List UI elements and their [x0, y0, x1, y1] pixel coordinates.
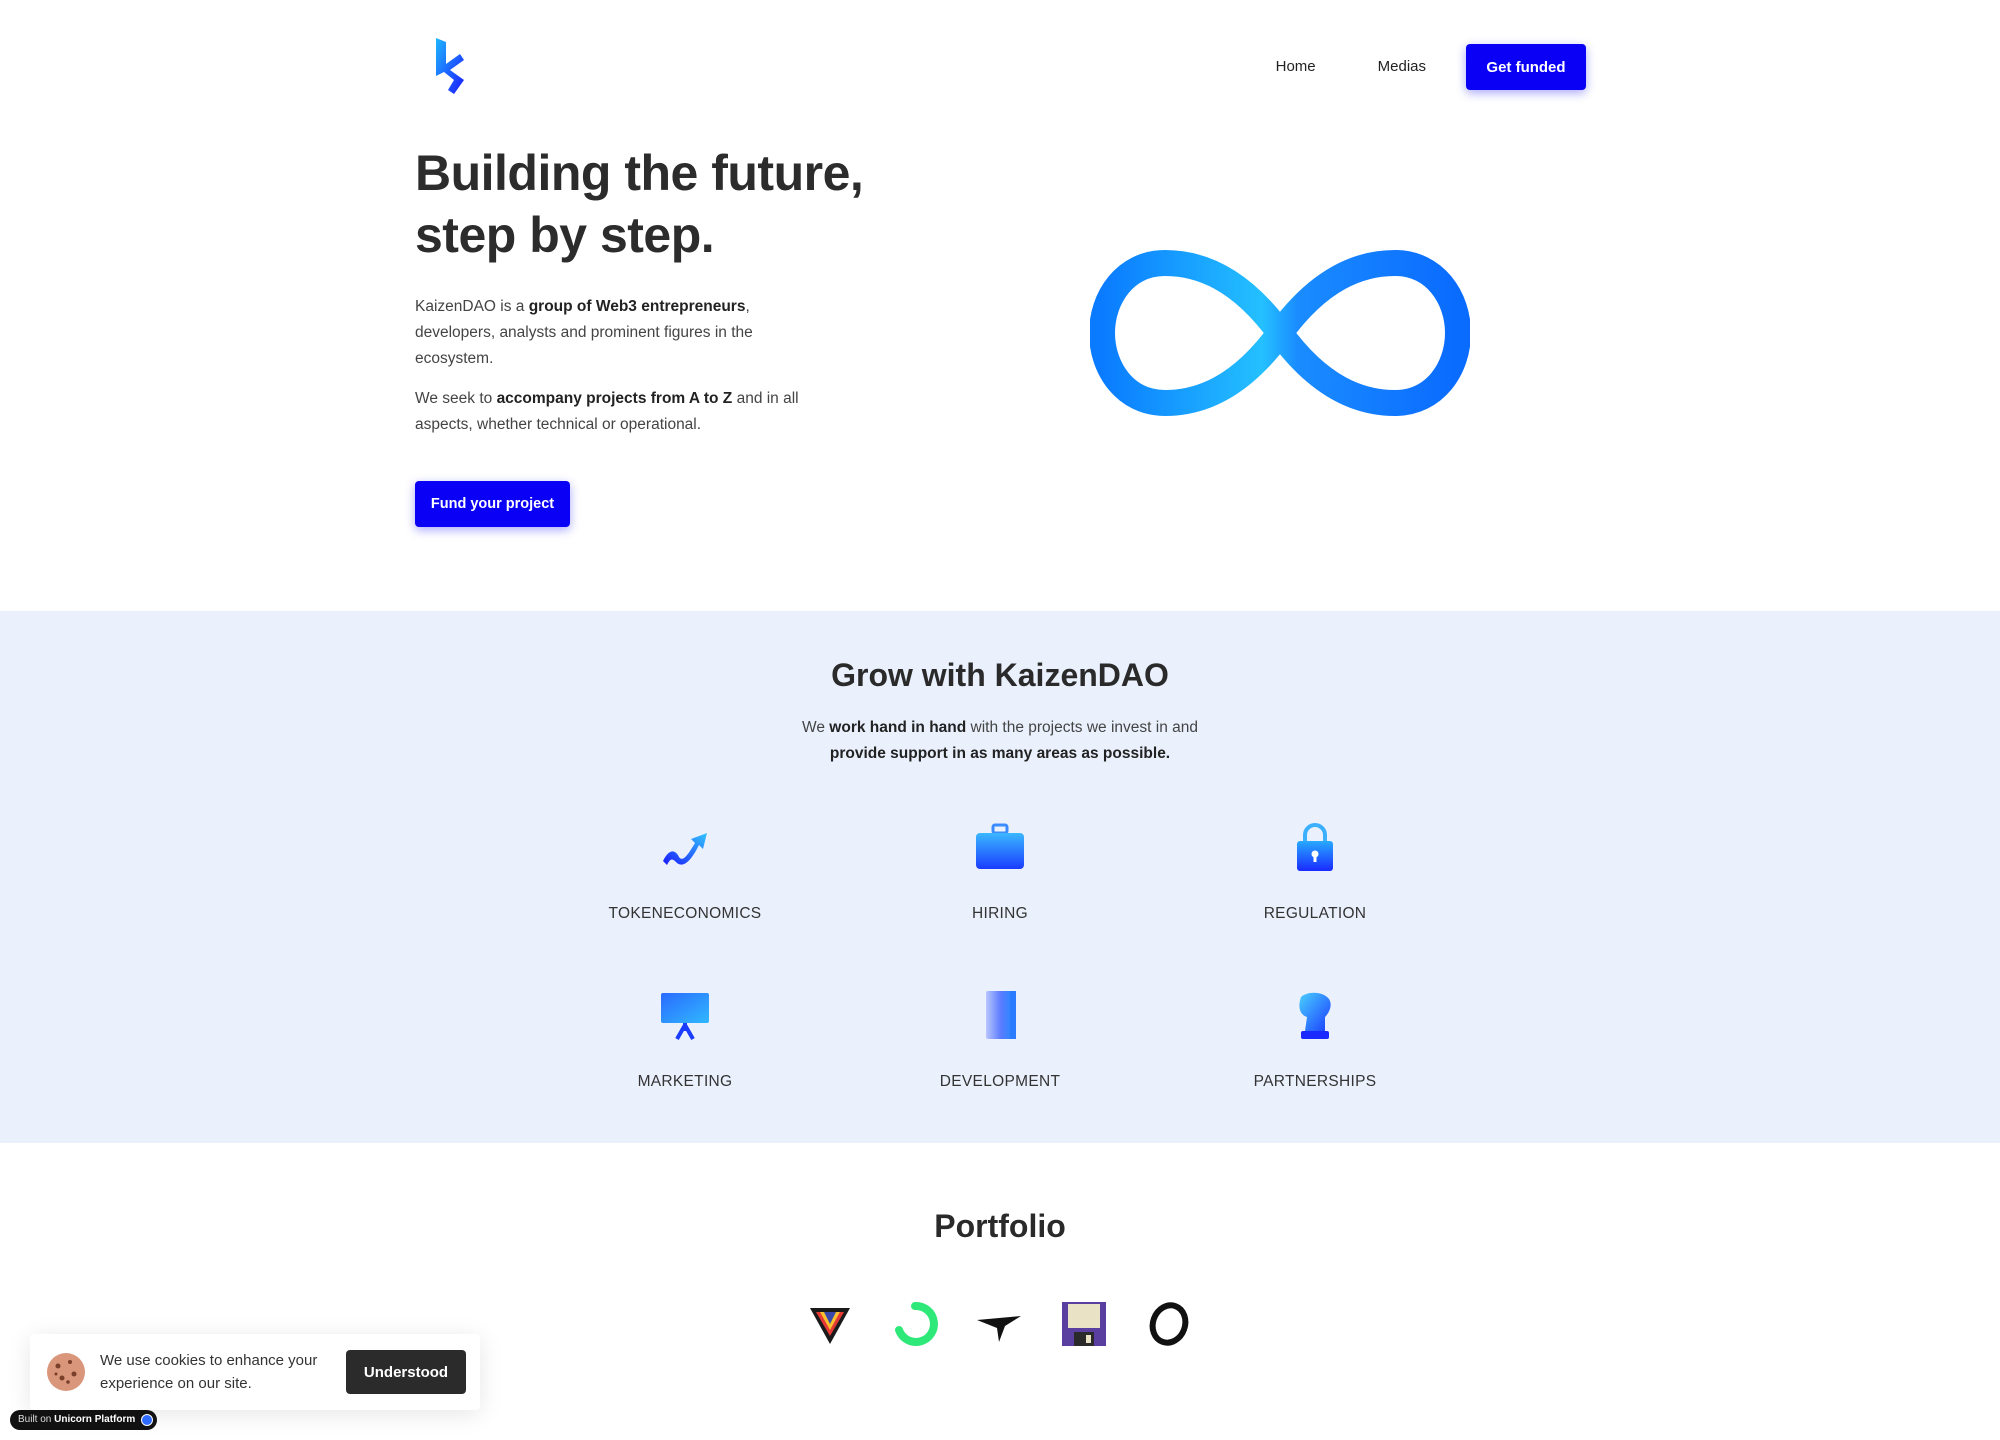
lock-icon [1297, 823, 1333, 871]
portfolio-title: Portfolio [934, 1208, 1066, 1244]
grow-sub-bold-2: provide support in as many areas as poss… [829, 745, 1171, 762]
trend-icon [663, 833, 707, 865]
bird-logo[interactable] [975, 1300, 1023, 1348]
site-header: Home Medias Get funded [0, 0, 2000, 130]
cookie-understood-button[interactable]: Understood [346, 1350, 466, 1394]
grow-sub-bold-1: work hand in hand [829, 719, 967, 736]
grow-sub-a: We [802, 719, 830, 736]
feature-tokeneconomics: TOKENECONOMICS [565, 819, 805, 923]
feature-label: HIRING [971, 905, 1029, 922]
triangle-logo[interactable] [806, 1300, 854, 1348]
grow-sub-c: with the projects we invest in and [966, 719, 1198, 736]
feature-label: DEVELOPMENT [939, 1073, 1061, 1090]
feature-regulation: REGULATION [1195, 819, 1435, 923]
briefcase-icon [976, 823, 1024, 869]
black-ring-logo[interactable] [1145, 1300, 1193, 1348]
feature-label: REGULATION [1263, 905, 1367, 922]
grow-title: Grow with KaizenDAO [831, 657, 1169, 693]
chess-piece-icon [1299, 992, 1331, 1039]
feature-development: DEVELOPMENT [880, 987, 1120, 1091]
unicorn-platform-badge[interactable]: Built on Unicorn Platform [10, 1410, 158, 1430]
kaizendao-logo[interactable] [432, 36, 468, 96]
cookie-icon [47, 1353, 85, 1391]
cookie-banner: We use cookies to enhance your experienc… [30, 1334, 480, 1410]
hero-p2-bold: accompany projects from A to Z [496, 390, 733, 407]
hero-title-line1: Building the future, [415, 145, 864, 201]
hero-p2-text-a: We seek to [415, 390, 497, 407]
hero-p1-bold: group of Web3 entrepreneurs [528, 298, 746, 315]
hero-paragraph-1: KaizenDAO is a group of Web3 entrepreneu… [415, 294, 805, 372]
hero-title-line2: step by step. [415, 207, 715, 263]
badge-brand: Unicorn Platform [54, 1414, 136, 1425]
hero-p1-text-a: KaizenDAO is a [415, 298, 529, 315]
grow-section: Grow with KaizenDAO We work hand in hand… [0, 611, 2000, 1143]
grow-subtitle: We work hand in hand with the projects w… [780, 715, 1220, 767]
feature-hiring: HIRING [880, 819, 1120, 923]
presentation-board-icon [661, 993, 709, 1040]
feature-marketing: MARKETING [565, 987, 805, 1091]
get-funded-button[interactable]: Get funded [1466, 44, 1586, 90]
nav-home-link[interactable]: Home [1276, 44, 1316, 90]
feature-label: TOKENECONOMICS [608, 905, 762, 922]
nav-medias-link[interactable]: Medias [1378, 44, 1426, 90]
hero-title: Building the future, step by step. [415, 142, 935, 266]
unicorn-icon [141, 1414, 154, 1426]
feature-partnerships: PARTNERSHIPS [1195, 987, 1435, 1091]
floppy-logo[interactable] [1060, 1300, 1108, 1348]
fund-project-button[interactable]: Fund your project [415, 481, 570, 527]
cookie-text: We use cookies to enhance your experienc… [100, 1352, 318, 1392]
feature-label: PARTNERSHIPS [1253, 1073, 1377, 1090]
badge-prefix: Built on [18, 1414, 55, 1425]
hero-paragraph-2: We seek to accompany projects from A to … [415, 386, 805, 438]
green-ring-logo[interactable] [891, 1300, 939, 1348]
main-nav: Home Medias Get funded [1276, 44, 1586, 90]
feature-label: MARKETING [637, 1073, 733, 1090]
infinity-illustration [1090, 250, 1470, 416]
book-icon [986, 991, 1016, 1039]
